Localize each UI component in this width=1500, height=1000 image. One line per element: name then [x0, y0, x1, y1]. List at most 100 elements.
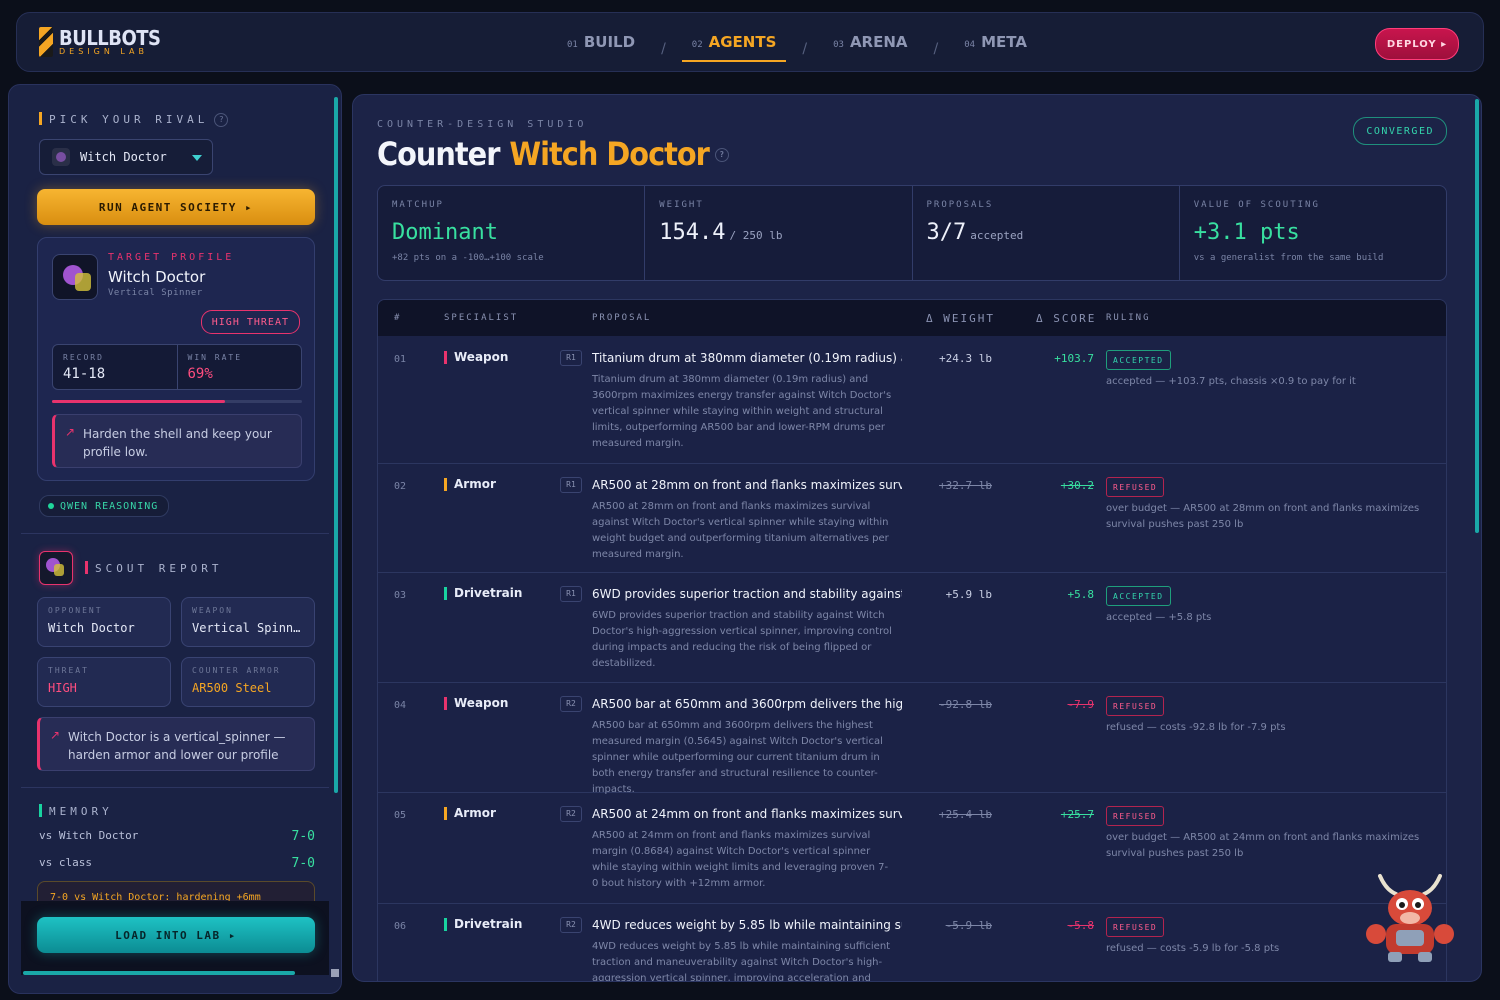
scrollbar-corner	[331, 969, 339, 977]
header-num: #	[394, 313, 402, 323]
ruling-badge: REFUSED	[1106, 477, 1165, 497]
ruling-badge: ACCEPTED	[1106, 586, 1171, 606]
row-delta-score: -5.8	[1067, 919, 1095, 932]
record-stat: RECORD 41-18	[53, 345, 177, 389]
row-ruling-desc: accepted — +103.7 pts, chassis ×0.9 to p…	[1106, 376, 1356, 387]
scout-weapon-value: Vertical Spinner	[192, 621, 304, 635]
memory-row: vs Witch Doctor 7-0	[39, 829, 315, 844]
page-title: Counter Witch Doctor?	[377, 135, 729, 173]
left-scrollbar[interactable]	[334, 97, 338, 793]
row-number: 03	[394, 590, 407, 601]
status-badge: CONVERGED	[1353, 117, 1447, 145]
header-proposal: PROPOSAL	[592, 313, 652, 323]
row-specialist: Armor	[444, 806, 496, 820]
row-proposal-desc: AR500 bar at 650mm and 3600rpm delivers …	[592, 720, 883, 795]
main-nav: 01 BUILD / 02 AGENTS / 03 ARENA / 04 META	[557, 33, 1037, 62]
row-proposal-title: 4WD reduces weight by 5.85 lb while main…	[592, 918, 902, 932]
target-avatar-icon	[52, 254, 98, 300]
arrow-up-right-icon: ↗	[50, 728, 61, 742]
row-delta-weight: -5.9 lb	[945, 919, 992, 932]
run-agent-society-button[interactable]: RUN AGENT SOCIETY ▸	[37, 189, 315, 225]
row-proposal-desc: AR500 at 28mm on front and flanks maximi…	[592, 501, 889, 560]
metrics-strip: MATCHUP Dominant +82 pts on a -100…+100 …	[377, 185, 1447, 281]
rival-select-value: Witch Doctor	[80, 150, 167, 164]
top-bar: BULLBOTS DESIGN LAB 01 BUILD / 02 AGENTS /…	[16, 12, 1484, 72]
nav-arena[interactable]: 03 ARENA	[823, 33, 917, 61]
header-ruling: RULING	[1106, 313, 1151, 323]
table-header: # SPECIALIST PROPOSAL Δ WEIGHT Δ SCORE R…	[378, 300, 1446, 336]
metric-value-of-scouting: VALUE OF SCOUTING +3.1 pts vs a generali…	[1178, 186, 1446, 280]
table-row[interactable]: 02 Armor R1 AR500 at 28mm on front and flan…	[378, 463, 1446, 573]
scout-threat-value: HIGH	[48, 681, 77, 695]
row-delta-score: -7.9	[1067, 698, 1095, 711]
record-value: 41-18	[63, 366, 106, 382]
row-number: 01	[394, 354, 407, 365]
proposals-table: # SPECIALIST PROPOSAL Δ WEIGHT Δ SCORE R…	[377, 299, 1447, 982]
deploy-button[interactable]: DEPLOY ▸	[1375, 28, 1459, 60]
nav-separator: /	[802, 41, 808, 57]
table-row[interactable]: 03 Drivetrain R1 6WD provides superior trac…	[378, 572, 1446, 683]
target-profile-label: TARGET PROFILE	[108, 252, 235, 263]
bull-mascot-icon[interactable]	[1362, 872, 1458, 964]
row-number: 04	[394, 700, 407, 711]
scout-threat-card: THREAT HIGH	[37, 657, 171, 707]
win-rate-stat: WIN RATE 69%	[176, 345, 302, 389]
help-icon[interactable]: ?	[214, 113, 229, 127]
qwen-reasoning-badge: QWEN REASONING	[39, 495, 170, 517]
row-proposal-desc: 4WD reduces weight by 5.85 lb while main…	[592, 941, 891, 982]
row-specialist: Weapon	[444, 350, 508, 364]
table-row[interactable]: 04 Weapon R2 AR500 bar at 650mm and 3600rpm…	[378, 682, 1446, 795]
main-panel: COUNTER-DESIGN STUDIO Counter Witch Docto…	[352, 94, 1482, 982]
row-proposal-title: AR500 at 24mm on front and flanks maximi…	[592, 807, 902, 821]
ruling-badge: ACCEPTED	[1106, 350, 1171, 370]
divider	[21, 533, 329, 534]
pick-rival-heading: PICK YOUR RIVAL?	[38, 112, 229, 127]
row-proposal-desc: 6WD provides superior traction and stabi…	[592, 610, 892, 669]
round-badge: R1	[560, 586, 582, 602]
left-panel: PICK YOUR RIVAL? Witch Doctor RUN AGENT …	[8, 84, 342, 994]
row-delta-score: +30.2	[1060, 479, 1094, 492]
round-badge: R1	[560, 350, 582, 366]
win-rate-fill	[52, 400, 225, 403]
scout-report-heading: SCOUT REPORT	[84, 561, 223, 575]
help-icon[interactable]: ?	[714, 148, 729, 162]
row-delta-score: +25.7	[1060, 808, 1094, 821]
scout-opponent-value: Witch Doctor	[48, 621, 135, 635]
round-badge: R2	[560, 917, 582, 933]
row-specialist: Drivetrain	[444, 917, 522, 931]
nav-meta[interactable]: 04 META	[954, 33, 1037, 61]
nav-build[interactable]: 01 BUILD	[557, 33, 645, 61]
metric-matchup: MATCHUP Dominant +82 pts on a -100…+100 …	[392, 200, 544, 263]
row-delta-weight: +24.3 lb	[939, 352, 992, 365]
chevron-down-icon	[192, 155, 202, 161]
metric-proposals: PROPOSALS 3/7 accepted	[911, 186, 1179, 280]
rival-select[interactable]: Witch Doctor	[39, 139, 213, 175]
nav-separator: /	[933, 41, 939, 57]
ruling-badge: REFUSED	[1106, 917, 1165, 937]
round-badge: R2	[560, 806, 582, 822]
win-rate-bar	[52, 400, 302, 403]
table-row[interactable]: 05 Armor R2 AR500 at 24mm on front and flan…	[378, 792, 1446, 904]
main-scrollbar[interactable]	[1475, 99, 1479, 533]
brand-subtitle: DESIGN LAB	[59, 47, 148, 56]
row-specialist: Drivetrain	[444, 586, 522, 600]
row-ruling-desc: over budget — AR500 at 28mm on front and…	[1106, 503, 1420, 530]
status-dot-icon	[48, 503, 54, 509]
table-row[interactable]: 01 Weapon R1 Titanium drum at 380mm diamete…	[378, 336, 1446, 464]
row-specialist: Armor	[444, 477, 496, 491]
row-proposal-title: Titanium drum at 380mm diameter (0.19m r…	[592, 351, 902, 365]
nav-agents[interactable]: 02 AGENTS	[681, 33, 787, 62]
row-delta-weight: +32.7 lb	[939, 479, 992, 492]
table-row[interactable]: 06 Drivetrain R2 4WD reduces weight by 5.85…	[378, 903, 1446, 982]
row-ruling-desc: accepted — +5.8 pts	[1106, 612, 1212, 623]
row-specialist: Weapon	[444, 696, 508, 710]
row-delta-weight: +5.9 lb	[945, 588, 992, 601]
row-delta-score: +5.8	[1067, 588, 1095, 601]
ruling-badge: REFUSED	[1106, 696, 1165, 716]
rival-avatar-icon	[52, 148, 70, 166]
load-into-lab-button[interactable]: LOAD INTO LAB ▸	[37, 917, 315, 953]
ruling-badge: REFUSED	[1106, 806, 1165, 826]
horizontal-scrollbar[interactable]	[23, 971, 295, 975]
row-proposal-title: AR500 bar at 650mm and 3600rpm delivers …	[592, 697, 902, 711]
header-specialist: SPECIALIST	[444, 313, 519, 323]
